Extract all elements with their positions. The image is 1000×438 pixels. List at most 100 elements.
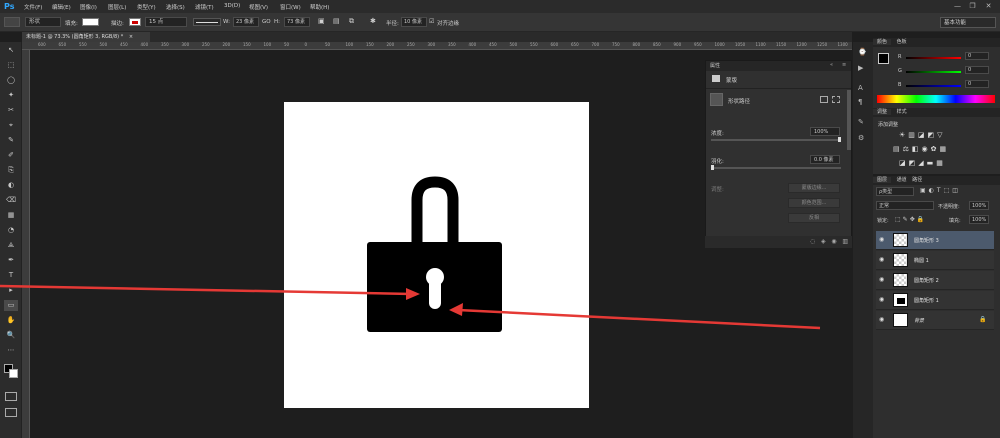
color-balance-icon[interactable]: ⚖ bbox=[903, 145, 909, 153]
panel-menu-icon[interactable]: ≡ bbox=[842, 62, 846, 68]
eye-icon[interactable]: ◉ bbox=[879, 276, 887, 284]
adjust-label: 调整: bbox=[711, 187, 724, 193]
channels-tab[interactable]: 通道 bbox=[893, 177, 907, 183]
feather-slider[interactable] bbox=[711, 165, 841, 170]
color-tab[interactable]: 颜色 bbox=[873, 39, 892, 45]
selective-color-icon[interactable]: ▦ bbox=[936, 159, 943, 167]
add-adjustment-label: 添加调整 bbox=[878, 122, 899, 128]
curves-icon[interactable]: ◪ bbox=[918, 131, 925, 139]
brightness-icon[interactable]: ☀ bbox=[899, 131, 905, 139]
layer-row[interactable]: ◉ 椭圆 1 bbox=[876, 251, 994, 270]
hue-saturation-icon[interactable]: ▤ bbox=[893, 145, 900, 153]
channel-mixer-icon[interactable]: ✿ bbox=[931, 145, 937, 153]
layer-row[interactable]: ◉ 圆角矩形 2 bbox=[876, 271, 994, 290]
adjustment-icons-row-1: ☀ ▥ ◪ ◩ ▽ bbox=[899, 131, 946, 139]
actions-panel-icon[interactable]: ▶ bbox=[858, 64, 863, 72]
layer-name: 圆角矩形 3 bbox=[914, 238, 939, 244]
layer-row[interactable]: ◉ 圆角矩形 1 bbox=[876, 291, 994, 310]
swatches-tab[interactable]: 色板 bbox=[893, 39, 907, 45]
r-slider[interactable] bbox=[906, 57, 961, 59]
photo-filter-icon[interactable]: ◉ bbox=[922, 145, 928, 153]
history-panel-icon[interactable]: ⌚ bbox=[858, 48, 867, 56]
layer-kind-filter[interactable]: ρ类型 bbox=[876, 187, 914, 196]
adjustment-icons-row-3: ◪ ◩ ◢ ▬ ▦ bbox=[899, 159, 946, 167]
layer-row[interactable]: ◉ 圆角矩形 3 bbox=[876, 231, 994, 250]
lock-label: 锁定: bbox=[877, 218, 889, 224]
gradient-map-icon[interactable]: ▬ bbox=[927, 159, 934, 167]
mask-edge-button[interactable]: 蒙版边缘... bbox=[788, 183, 840, 193]
density-input[interactable]: 100% bbox=[810, 127, 840, 136]
g-input[interactable]: 0 bbox=[965, 66, 989, 74]
trash-icon[interactable]: ▥ bbox=[842, 238, 848, 245]
adjustments-panel: 调整 样式 添加调整 ☀ ▥ ◪ ◩ ▽ ▤ ⚖ ◧ ◉ ✿ ▦ ◪ ◩ ◢ ▬ ▦ bbox=[873, 108, 1000, 174]
panel-collapse-icon[interactable]: « bbox=[830, 62, 833, 68]
arrow-left-head bbox=[406, 288, 420, 300]
color-panel: 颜色 色板 R 0 G 0 B 0 bbox=[873, 38, 1000, 108]
fill-input[interactable]: 100% bbox=[969, 215, 989, 224]
black-white-icon[interactable]: ◧ bbox=[912, 145, 919, 153]
panel-icon-strip: ⌚ ▶ A ¶ ✎ ⚙ bbox=[853, 42, 873, 438]
layer-name: 背景 bbox=[914, 318, 925, 324]
density-slider[interactable] bbox=[711, 137, 841, 142]
opacity-input[interactable]: 100% bbox=[969, 201, 989, 210]
invert-button[interactable]: 反相 bbox=[788, 213, 840, 223]
b-slider[interactable] bbox=[906, 85, 961, 87]
density-label: 浓度: bbox=[711, 131, 724, 137]
vibrance-icon[interactable]: ▽ bbox=[937, 131, 942, 139]
opacity-label: 不透明度: bbox=[938, 204, 960, 210]
character-panel-icon[interactable]: A bbox=[858, 84, 863, 92]
blend-mode-select[interactable]: 正常 bbox=[876, 201, 934, 210]
color-lookup-icon[interactable]: ▦ bbox=[940, 145, 947, 153]
layers-tab[interactable]: 图层 bbox=[873, 177, 892, 183]
eye-icon[interactable]: ◉ bbox=[879, 236, 887, 244]
add-pixel-mask-icon[interactable] bbox=[820, 96, 828, 103]
load-selection-icon[interactable]: ◌ bbox=[810, 238, 815, 245]
properties-subtitle: 蒙版 bbox=[726, 78, 738, 84]
eye-icon[interactable]: ◉ bbox=[879, 256, 887, 264]
levels-icon[interactable]: ▥ bbox=[908, 131, 915, 139]
arrow-right-head bbox=[449, 303, 463, 316]
g-label: G bbox=[898, 68, 902, 74]
layer-thumbnail bbox=[893, 233, 908, 247]
clone-source-panel-icon[interactable]: ⚙ bbox=[858, 134, 864, 142]
r-input[interactable]: 0 bbox=[965, 52, 989, 60]
eye-icon[interactable]: ◉ bbox=[879, 316, 887, 324]
invert-icon[interactable]: ◪ bbox=[899, 159, 906, 167]
layer-thumbnail bbox=[893, 253, 908, 267]
vector-mask-label: 形状路径 bbox=[728, 99, 751, 105]
layer-name: 椭圆 1 bbox=[914, 258, 929, 264]
visibility-icon[interactable]: ◉ bbox=[831, 238, 836, 245]
styles-tab[interactable]: 样式 bbox=[893, 109, 907, 115]
properties-footer: ◌ ◈ ◉ ▥ bbox=[705, 236, 852, 248]
layer-thumbnail bbox=[893, 273, 908, 287]
fill-label-layers: 填充: bbox=[949, 218, 961, 224]
layer-thumbnail bbox=[893, 313, 908, 327]
vector-mask-thumbnail[interactable] bbox=[710, 93, 723, 106]
add-vector-mask-icon[interactable] bbox=[832, 96, 840, 103]
r-label: R bbox=[898, 54, 902, 60]
layer-filter-icons[interactable]: ▣◐T⬚◫ bbox=[920, 187, 961, 194]
apply-mask-icon[interactable]: ◈ bbox=[821, 238, 826, 245]
brush-panel-icon[interactable]: ✎ bbox=[858, 118, 864, 126]
posterize-icon[interactable]: ◩ bbox=[909, 159, 916, 167]
exposure-icon[interactable]: ◩ bbox=[928, 131, 935, 139]
layer-row[interactable]: ◉ 背景 🔒 bbox=[876, 311, 994, 330]
paragraph-panel-icon[interactable]: ¶ bbox=[858, 98, 862, 106]
adjustments-panel-header: 调整 样式 bbox=[873, 108, 1000, 117]
layer-name: 圆角矩形 1 bbox=[914, 298, 939, 304]
properties-scrollbar[interactable] bbox=[847, 90, 851, 150]
threshold-icon[interactable]: ◢ bbox=[918, 159, 923, 167]
feather-label: 羽化: bbox=[711, 159, 724, 165]
arrow-right bbox=[457, 308, 821, 330]
color-spectrum[interactable] bbox=[877, 95, 995, 103]
eye-icon[interactable]: ◉ bbox=[879, 296, 887, 304]
color-range-button[interactable]: 颜色范围... bbox=[788, 198, 840, 208]
paths-tab[interactable]: 路径 bbox=[908, 177, 922, 183]
lock-icons[interactable]: ⬚✎✥🔒 bbox=[895, 216, 926, 223]
fg-color-swatch[interactable] bbox=[878, 53, 889, 64]
g-slider[interactable] bbox=[906, 71, 961, 73]
b-input[interactable]: 0 bbox=[965, 80, 989, 88]
adjustments-tab[interactable]: 调整 bbox=[873, 109, 892, 115]
feather-input[interactable]: 0.0 像素 bbox=[810, 155, 840, 164]
b-label: B bbox=[898, 82, 902, 88]
